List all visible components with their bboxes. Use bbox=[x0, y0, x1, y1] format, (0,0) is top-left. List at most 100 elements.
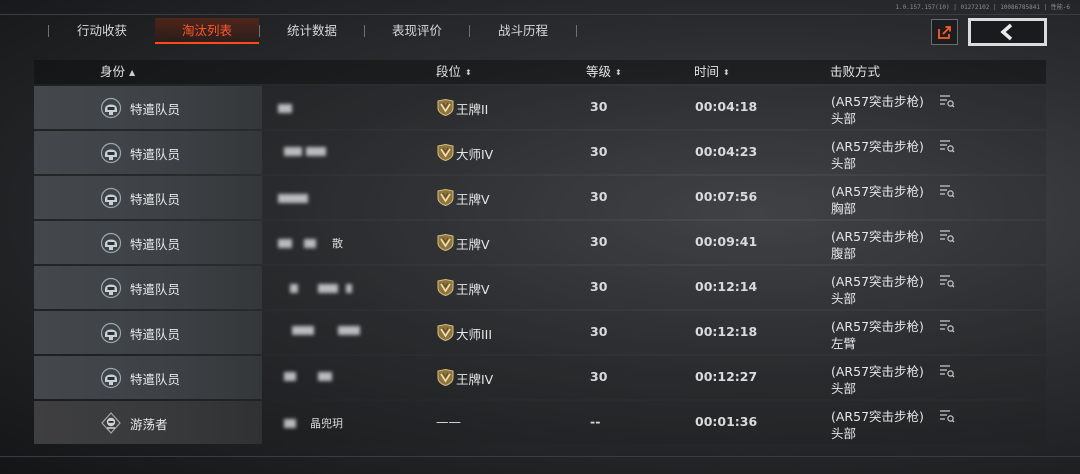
rank-label: 王牌IV bbox=[456, 372, 494, 387]
identity-label: 特遣队员 bbox=[130, 192, 181, 207]
top-divider bbox=[0, 14, 1080, 15]
kill-detail-icon[interactable] bbox=[939, 183, 955, 198]
row-details bbox=[262, 221, 1046, 264]
hit-part: 头部 bbox=[831, 156, 857, 171]
identity-label: 游荡者 bbox=[130, 417, 168, 432]
rank-badge-icon bbox=[437, 143, 454, 162]
time-value: 00:04:23 bbox=[695, 144, 758, 159]
identity-label: 特遣队员 bbox=[130, 147, 181, 162]
share-button[interactable] bbox=[931, 19, 958, 45]
operator-helmet-icon bbox=[100, 322, 122, 344]
table-row[interactable]: 特遣队员 王牌II 30 00:04:18 (AR57突击步枪) 头部 bbox=[34, 86, 1046, 129]
table-row[interactable]: 特遣队员 大师IV 30 00:04:23 (AR57突击步枪) 头部 bbox=[34, 131, 1046, 174]
kill-detail-icon[interactable] bbox=[939, 273, 955, 288]
identity-label: 特遣队员 bbox=[130, 372, 181, 387]
operator-helmet-icon bbox=[100, 142, 122, 164]
sort-icon: ⬍ bbox=[723, 68, 730, 77]
tab-separator bbox=[576, 25, 577, 37]
share-icon bbox=[938, 25, 951, 39]
rank-label: 大师III bbox=[456, 327, 493, 342]
level-value: 30 bbox=[590, 99, 608, 114]
identity-label: 特遣队员 bbox=[130, 282, 181, 297]
table-row[interactable]: 特遣队员 大师III 30 00:12:18 (AR57突击步枪) 左臂 bbox=[34, 311, 1046, 354]
sort-icon: ⬍ bbox=[615, 68, 622, 77]
operator-helmet-icon bbox=[100, 277, 122, 299]
tab-performance-review[interactable]: 表现评价 bbox=[365, 18, 469, 44]
rank-badge-icon bbox=[437, 98, 454, 117]
level-value: 30 bbox=[590, 144, 608, 159]
identity-label: 特遣队员 bbox=[130, 327, 181, 342]
rank-badge-icon bbox=[437, 278, 454, 297]
time-value: 00:09:41 bbox=[695, 234, 758, 249]
identity-label: 特遣队员 bbox=[130, 237, 181, 252]
censored-name-block bbox=[318, 284, 338, 293]
identity-cell: 特遣队员 bbox=[34, 176, 262, 219]
kill-detail-icon[interactable] bbox=[939, 138, 955, 153]
rank-label: 王牌V bbox=[456, 237, 490, 252]
row-details bbox=[262, 266, 1046, 309]
tab-battle-history[interactable]: 战斗历程 bbox=[470, 18, 576, 44]
censored-name-block bbox=[284, 147, 302, 156]
tab-statistics[interactable]: 统计数据 bbox=[260, 18, 364, 44]
kill-detail-icon[interactable] bbox=[939, 93, 955, 108]
row-details bbox=[262, 401, 1046, 444]
censored-name-block bbox=[290, 284, 298, 293]
row-details bbox=[262, 356, 1046, 399]
rank-label: 王牌II bbox=[456, 102, 489, 117]
kill-detail-icon[interactable] bbox=[939, 318, 955, 333]
kill-detail-icon[interactable] bbox=[939, 408, 955, 423]
hit-part: 腹部 bbox=[831, 246, 857, 261]
operator-helmet-icon bbox=[100, 367, 122, 389]
table-row[interactable]: 特遣队员 王牌V 30 00:07:56 (AR57突击步枪) 胸部 bbox=[34, 176, 1046, 219]
censored-name-block bbox=[278, 194, 308, 203]
sort-icon: ⬍ bbox=[465, 68, 472, 77]
column-rank[interactable]: 段位 ⬍ bbox=[436, 60, 472, 84]
censored-name-block bbox=[292, 326, 314, 335]
back-button[interactable] bbox=[968, 18, 1047, 46]
tab-action-rewards[interactable]: 行动收获 bbox=[49, 18, 155, 44]
kill-detail-icon[interactable] bbox=[939, 363, 955, 378]
time-value: 00:07:56 bbox=[695, 189, 758, 204]
censored-name-block bbox=[338, 326, 360, 335]
table-row[interactable]: 特遣队员 王牌IV 30 00:12:27 (AR57突击步枪) 头部 bbox=[34, 356, 1046, 399]
time-value: 00:12:18 bbox=[695, 324, 758, 339]
identity-cell: 特遣队员 bbox=[34, 221, 262, 264]
rank-badge-icon bbox=[437, 188, 454, 207]
identity-label: 特遣队员 bbox=[130, 102, 181, 117]
build-info: 1.0.157.157(10) | 01272102 | 10086785841… bbox=[895, 4, 1070, 11]
censored-name-block bbox=[306, 147, 326, 156]
hit-part: 头部 bbox=[831, 426, 857, 441]
censored-name-block bbox=[284, 372, 296, 381]
table-header: 身份 ▲ 段位 ⬍ 等级 ⬍ 时间 ⬍ 击败方式 bbox=[34, 60, 1046, 84]
column-level[interactable]: 等级 ⬍ bbox=[586, 60, 622, 84]
column-time[interactable]: 时间 ⬍ bbox=[694, 60, 730, 84]
rank-label: 王牌V bbox=[456, 282, 490, 297]
hit-part: 胸部 bbox=[831, 201, 857, 216]
column-identity[interactable]: 身份 ▲ bbox=[100, 60, 135, 84]
tab-bar: 行动收获 淘汰列表 统计数据 表现评价 战斗历程 bbox=[34, 18, 577, 44]
table-row[interactable]: 特遣队员 王牌V 30 00:12:14 (AR57突击步枪) 头部 bbox=[34, 266, 1046, 309]
kill-detail-icon[interactable] bbox=[939, 228, 955, 243]
row-details bbox=[262, 86, 1046, 129]
level-value: -- bbox=[590, 414, 601, 429]
censored-name-block bbox=[318, 372, 332, 381]
table-row[interactable]: 游荡者 晶兜玥 —— -- 00:01:36 (AR57突击步枪) 头部 bbox=[34, 401, 1046, 444]
sort-asc-icon: ▲ bbox=[129, 68, 136, 77]
time-value: 00:01:36 bbox=[695, 414, 758, 429]
player-name-fragment: 晶兜玥 bbox=[310, 417, 343, 430]
player-name-fragment: 散 bbox=[332, 237, 343, 250]
identity-cell: 特遣队员 bbox=[34, 131, 262, 174]
censored-name-block bbox=[278, 239, 292, 248]
identity-cell: 特遣队员 bbox=[34, 311, 262, 354]
table-row[interactable]: 特遣队员散王牌V 30 00:09:41 (AR57突击步枪) 腹部 bbox=[34, 221, 1046, 264]
censored-name-block bbox=[284, 419, 296, 428]
rank-label: 王牌V bbox=[456, 192, 490, 207]
hit-part: 头部 bbox=[831, 381, 857, 396]
level-value: 30 bbox=[590, 279, 608, 294]
rank-label: —— bbox=[436, 414, 461, 429]
operator-helmet-icon bbox=[100, 187, 122, 209]
tab-elimination-list[interactable]: 淘汰列表 bbox=[155, 18, 259, 44]
identity-cell: 特遣队员 bbox=[34, 356, 262, 399]
level-value: 30 bbox=[590, 234, 608, 249]
identity-cell: 特遣队员 bbox=[34, 86, 262, 129]
